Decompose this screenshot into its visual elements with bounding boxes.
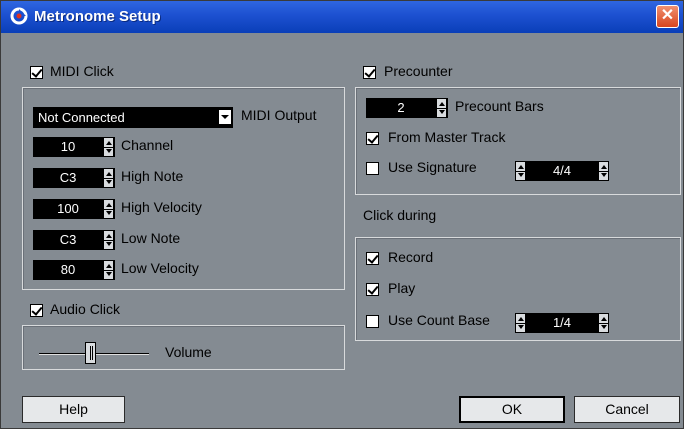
cancel-button[interactable]: Cancel	[574, 396, 680, 423]
use-signature-label: Use Signature	[388, 159, 477, 175]
spin-arrows-icon[interactable]	[103, 137, 114, 157]
window-title: Metronome Setup	[34, 8, 161, 25]
close-button[interactable]: ✕	[656, 5, 679, 28]
high-note-value: C3	[59, 170, 77, 185]
from-master-track-label: From Master Track	[388, 129, 506, 145]
spin-arrows-icon[interactable]	[103, 230, 114, 250]
cubase-logo-icon	[10, 7, 28, 25]
midi-output-label: MIDI Output	[241, 107, 317, 123]
low-note-stepper[interactable]: C3	[33, 230, 115, 250]
precounter-label: Precounter	[384, 63, 453, 79]
signature-stepper[interactable]: 4/4	[515, 161, 609, 181]
spin-arrows-icon[interactable]	[598, 161, 609, 181]
record-checkbox[interactable]	[366, 252, 379, 265]
signature-value: 4/4	[552, 163, 572, 178]
precount-bars-stepper[interactable]: 2	[366, 98, 448, 118]
ok-button[interactable]: OK	[459, 396, 565, 423]
high-note-label: High Note	[121, 168, 184, 184]
spin-arrows-icon[interactable]	[103, 199, 114, 219]
help-button[interactable]: Help	[22, 396, 125, 423]
spin-arrows-icon[interactable]	[598, 313, 609, 333]
channel-value: 10	[60, 139, 76, 154]
high-velocity-label: High Velocity	[121, 199, 202, 215]
metronome-setup-dialog: Metronome Setup ✕ MIDI Click Not Connect…	[0, 0, 684, 429]
record-label: Record	[388, 249, 434, 265]
precounter-checkbox[interactable]	[363, 66, 376, 79]
midi-output-value: Not Connected	[38, 110, 125, 125]
count-base-value: 1/4	[552, 315, 572, 330]
chevron-down-icon[interactable]	[219, 110, 231, 124]
spin-arrows-icon[interactable]	[436, 98, 447, 118]
play-checkbox[interactable]	[366, 283, 379, 296]
title-bar[interactable]: Metronome Setup ✕	[1, 1, 683, 33]
use-count-base-label: Use Count Base	[388, 312, 490, 328]
volume-label: Volume	[165, 344, 212, 360]
midi-output-dropdown[interactable]: Not Connected	[33, 107, 233, 128]
low-note-value: C3	[59, 232, 77, 247]
volume-slider-thumb[interactable]	[85, 342, 96, 364]
channel-label: Channel	[121, 137, 174, 153]
low-velocity-value: 80	[60, 262, 76, 277]
low-velocity-label: Low Velocity	[121, 260, 199, 276]
audio-click-label: Audio Click	[50, 301, 121, 317]
count-base-stepper[interactable]: 1/4	[515, 313, 609, 333]
high-velocity-stepper[interactable]: 100	[33, 199, 115, 219]
click-during-label: Click during	[363, 207, 437, 223]
precount-bars-value: 2	[397, 100, 405, 115]
spin-arrows-icon[interactable]	[515, 161, 526, 181]
audio-click-checkbox[interactable]	[30, 304, 43, 317]
channel-stepper[interactable]: 10	[33, 137, 115, 157]
low-note-label: Low Note	[121, 230, 181, 246]
precount-bars-label: Precount Bars	[455, 98, 544, 114]
midi-click-label: MIDI Click	[50, 63, 114, 79]
high-note-stepper[interactable]: C3	[33, 168, 115, 188]
high-velocity-value: 100	[57, 201, 79, 216]
low-velocity-stepper[interactable]: 80	[33, 260, 115, 280]
midi-click-checkbox[interactable]	[30, 66, 43, 79]
play-label: Play	[388, 280, 416, 296]
use-count-base-checkbox[interactable]	[366, 315, 379, 328]
spin-arrows-icon[interactable]	[515, 313, 526, 333]
spin-arrows-icon[interactable]	[103, 260, 114, 280]
from-master-track-checkbox[interactable]	[366, 132, 379, 145]
use-signature-checkbox[interactable]	[366, 162, 379, 175]
spin-arrows-icon[interactable]	[103, 168, 114, 188]
